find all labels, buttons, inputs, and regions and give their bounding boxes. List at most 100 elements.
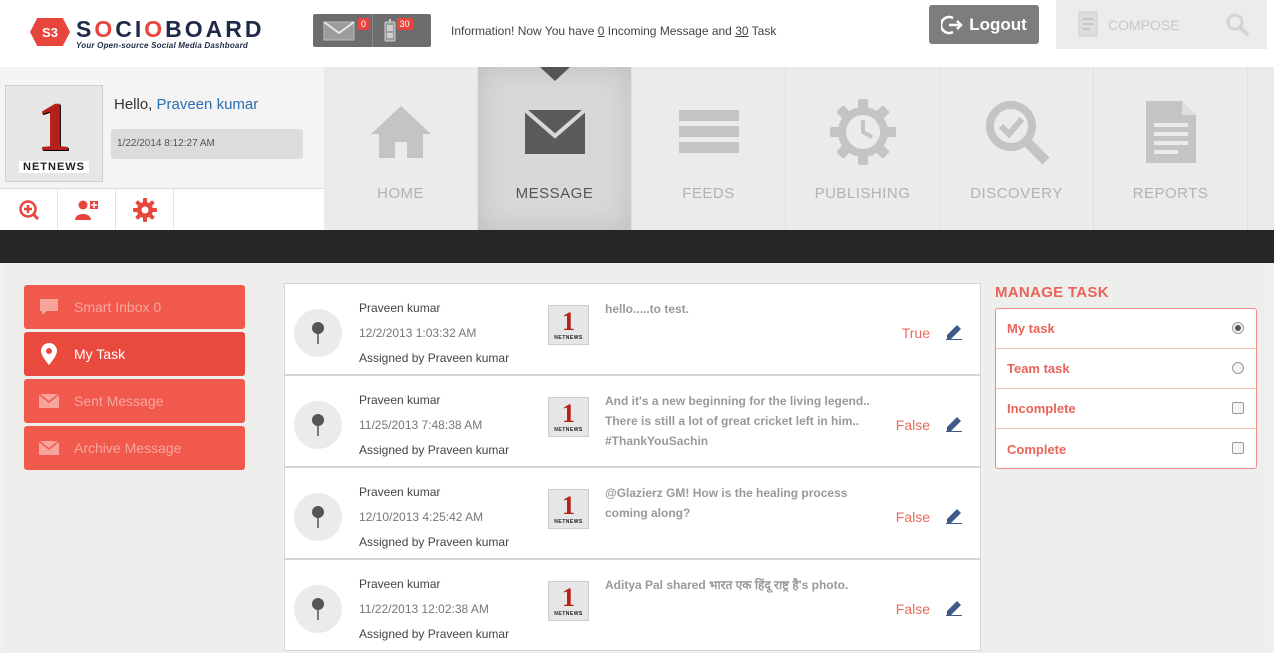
pin-icon-wrap — [294, 493, 342, 541]
notification-box: 0 30 — [313, 14, 431, 47]
nav-reports[interactable]: REPORTS — [1094, 67, 1248, 230]
sidebar-item-my-task[interactable]: My Task — [24, 332, 245, 376]
task-assigned-by: Assigned by Praveen kumar — [359, 351, 510, 365]
filter-label: Complete — [1007, 441, 1067, 457]
task-message: Aditya Pal shared भारत एक हिंदू राष्ट्र … — [605, 578, 849, 592]
logo-text: SOCIOBOARD Your Open-source Social Media… — [76, 16, 265, 51]
task-card[interactable]: Praveen kumar 11/25/2013 7:48:38 AM Assi… — [284, 375, 981, 467]
zoom-plus-icon — [18, 200, 39, 221]
compose-icon — [1078, 11, 1098, 37]
sidebar-item-label: Smart Inbox 0 — [74, 299, 162, 315]
logo-name: SOCIOBOARD — [76, 16, 265, 42]
envelope-icon — [323, 20, 355, 40]
nav-home[interactable]: HOME — [324, 67, 478, 230]
task-assigned-by: Assigned by Praveen kumar — [359, 443, 510, 457]
task-date: 12/2/2013 1:03:32 AM — [359, 326, 477, 340]
tasks-count-badge: 30 — [396, 18, 413, 30]
task-date: 11/25/2013 7:48:38 AM — [359, 418, 483, 432]
edit-pencil-icon[interactable] — [946, 416, 962, 432]
edit-pencil-icon[interactable] — [946, 324, 962, 340]
information-message: Information! Now You have 0 Incoming Mes… — [451, 24, 777, 38]
nav-message[interactable]: MESSAGE — [478, 67, 632, 230]
nav-publishing[interactable]: PUBLISHING — [786, 67, 940, 230]
task-count-link[interactable]: 30 — [735, 24, 748, 38]
profile-panel: 1 NETNEWS Hello, Praveen kumar 1/22/2014… — [0, 67, 324, 231]
nav-discovery[interactable]: DISCOVERY — [940, 67, 1094, 230]
task-assigned-by: Assigned by Praveen kumar — [359, 535, 510, 549]
task-card[interactable]: Praveen kumar 12/10/2013 4:25:42 AM Assi… — [284, 467, 981, 559]
task-status: False — [895, 601, 930, 617]
nav-reports-label: REPORTS — [1132, 185, 1209, 202]
filter-my-task[interactable]: My task — [996, 309, 1256, 349]
divider-bar — [0, 230, 1274, 263]
manage-task-title: MANAGE TASK — [995, 284, 1109, 301]
task-author: Praveen kumar — [359, 485, 441, 499]
nav-feeds-label: FEEDS — [682, 185, 735, 202]
filter-team-task[interactable]: Team task — [996, 349, 1256, 389]
socioboard-logo[interactable]: S3 SOCIOBOARD Your Open-source Social Me… — [30, 18, 264, 52]
sidebar-item-smart-inbox[interactable]: Smart Inbox 0 — [24, 285, 245, 329]
my-task-radio[interactable] — [1232, 322, 1244, 334]
team-task-radio[interactable] — [1232, 362, 1244, 374]
avatar[interactable]: 1 NETNEWS — [5, 85, 103, 182]
last-login-datetime: 1/22/2014 8:12:27 AM — [111, 129, 303, 159]
task-status: True — [901, 325, 930, 341]
nav-message-label: MESSAGE — [515, 185, 594, 202]
messages-notification[interactable]: 0 — [313, 14, 372, 47]
edit-pencil-icon[interactable] — [946, 508, 962, 524]
map-pin-icon — [41, 343, 57, 365]
sidebar-item-archive-message[interactable]: Archive Message — [24, 426, 245, 470]
compose-box[interactable]: COMPOSE — [1056, 0, 1267, 49]
task-assigned-by: Assigned by Praveen kumar — [359, 627, 510, 641]
pin-icon-wrap — [294, 401, 342, 449]
task-card[interactable]: Praveen kumar 11/22/2013 12:02:38 AM Ass… — [284, 559, 981, 651]
envelope-icon — [38, 393, 60, 408]
greeting: Hello, Praveen kumar — [114, 96, 259, 113]
active-indicator — [540, 67, 570, 81]
sidebar-item-label: My Task — [74, 346, 126, 362]
home-icon — [370, 106, 431, 158]
task-message: And it's a new beginning for the living … — [605, 394, 870, 448]
nav-publishing-label: PUBLISHING — [814, 185, 911, 202]
chat-icon — [40, 299, 58, 315]
task-message: @Glazierz GM! How is the healing process… — [605, 486, 848, 520]
nav-feeds[interactable]: FEEDS — [632, 67, 786, 230]
gear-clock-icon — [829, 99, 896, 165]
add-user-button[interactable] — [58, 189, 116, 231]
settings-button[interactable] — [116, 189, 174, 231]
feeds-icon — [678, 110, 739, 153]
filter-label: My task — [1007, 321, 1055, 336]
search-icon[interactable] — [1225, 12, 1251, 38]
task-author: Praveen kumar — [359, 301, 441, 315]
user-add-icon — [74, 200, 98, 220]
compose-label: COMPOSE — [1108, 16, 1180, 33]
add-account-button[interactable] — [0, 189, 58, 231]
sidebar-item-sent-message[interactable]: Sent Message — [24, 379, 245, 423]
filter-complete[interactable]: Complete — [996, 429, 1256, 469]
task-date: 11/22/2013 12:02:38 AM — [359, 602, 489, 616]
top-bar: S3 SOCIOBOARD Your Open-source Social Me… — [0, 0, 1274, 67]
messages-count-badge: 0 — [358, 18, 370, 30]
envelope-icon — [523, 109, 586, 154]
filter-incomplete[interactable]: Incomplete — [996, 389, 1256, 429]
task-author: Praveen kumar — [359, 393, 441, 407]
edit-pencil-icon[interactable] — [946, 600, 962, 616]
nav-discovery-label: DISCOVERY — [970, 185, 1063, 202]
push-pin-icon — [312, 322, 324, 344]
user-name-link[interactable]: Praveen kumar — [157, 96, 259, 113]
gear-icon — [132, 198, 157, 222]
phone-icon — [384, 18, 395, 41]
task-card[interactable]: Praveen kumar 12/2/2013 1:03:32 AM Assig… — [284, 283, 981, 375]
task-date: 12/10/2013 4:25:42 AM — [359, 510, 484, 524]
pin-icon-wrap — [294, 585, 342, 633]
incomplete-checkbox[interactable] — [1232, 402, 1244, 414]
avatar-caption: NETNEWS — [19, 160, 89, 173]
task-author: Praveen kumar — [359, 577, 441, 591]
tasks-notification[interactable]: 30 — [371, 14, 432, 47]
complete-checkbox[interactable] — [1232, 442, 1244, 454]
magnifier-check-icon — [985, 101, 1050, 165]
logout-label: Logout — [969, 14, 1027, 34]
profile-toolbar — [0, 188, 324, 231]
task-status: False — [895, 417, 930, 433]
logout-button[interactable]: Logout — [929, 5, 1039, 44]
